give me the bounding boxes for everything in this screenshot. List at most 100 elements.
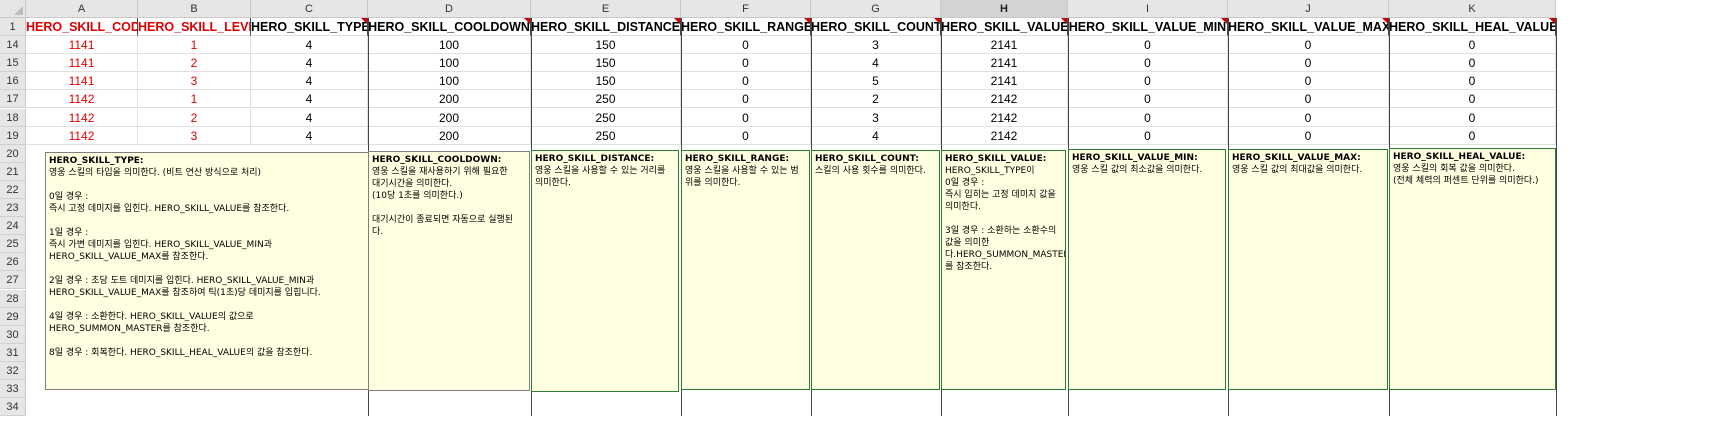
data-cell[interactable]: 0 [681, 90, 811, 109]
row-header-20[interactable]: 20 [0, 144, 26, 163]
data-cell[interactable]: 3 [138, 72, 251, 91]
data-cell[interactable]: 2 [138, 108, 251, 127]
column-header-i[interactable]: I [1068, 0, 1228, 18]
row-header-17[interactable]: 17 [0, 90, 26, 109]
data-cell[interactable]: 0 [1228, 108, 1389, 127]
data-cell[interactable]: 0 [1068, 126, 1228, 145]
row-header-32[interactable]: 32 [0, 361, 26, 380]
data-cell[interactable]: 200 [368, 126, 531, 145]
column-header-j[interactable]: J [1228, 0, 1389, 18]
header-cell-hero-skill-type[interactable]: HERO_SKILL_TYPE [251, 18, 368, 36]
data-cell[interactable]: 0 [681, 108, 811, 127]
data-cell[interactable]: 1 [138, 36, 251, 55]
header-cell-hero-skill-range[interactable]: HERO_SKILL_RANGE [681, 18, 811, 36]
data-cell[interactable]: 0 [1389, 54, 1556, 73]
row-header-15[interactable]: 15 [0, 54, 26, 73]
data-cell[interactable]: 1141 [26, 72, 138, 91]
column-header-b[interactable]: B [138, 0, 251, 18]
data-cell[interactable]: 0 [1389, 36, 1556, 55]
data-cell[interactable]: 1141 [26, 54, 138, 73]
data-cell[interactable]: 250 [531, 126, 681, 145]
data-cell[interactable]: 0 [681, 36, 811, 55]
data-cell[interactable]: 2141 [941, 54, 1068, 73]
data-cell[interactable]: 5 [811, 72, 941, 91]
data-cell[interactable]: 0 [681, 126, 811, 145]
data-cell[interactable]: 1142 [26, 126, 138, 145]
data-cell[interactable]: 1142 [26, 108, 138, 127]
data-cell[interactable]: 0 [1228, 126, 1389, 145]
data-cell[interactable]: 2142 [941, 108, 1068, 127]
data-cell[interactable]: 0 [1068, 90, 1228, 109]
row-header-27[interactable]: 27 [0, 271, 26, 290]
data-cell[interactable]: 150 [531, 54, 681, 73]
data-cell[interactable]: 0 [681, 54, 811, 73]
data-cell[interactable]: 4 [251, 72, 368, 91]
header-cell-hero-skill-distance[interactable]: HERO_SKILL_DISTANCE [531, 18, 681, 36]
header-cell-hero-skill-heal-value[interactable]: HERO_SKILL_HEAL_VALUE [1389, 18, 1556, 36]
column-header-e[interactable]: E [531, 0, 681, 18]
data-cell[interactable]: 100 [368, 72, 531, 91]
column-header-c[interactable]: C [251, 0, 368, 18]
data-cell[interactable]: 4 [811, 54, 941, 73]
data-cell[interactable]: 150 [531, 36, 681, 55]
row-header-24[interactable]: 24 [0, 217, 26, 236]
header-cell-hero-skill-count[interactable]: HERO_SKILL_COUNT [811, 18, 941, 36]
data-cell[interactable]: 0 [1389, 90, 1556, 109]
data-cell[interactable]: 150 [531, 72, 681, 91]
data-cell[interactable]: 3 [138, 126, 251, 145]
data-cell[interactable]: 250 [531, 90, 681, 109]
data-cell[interactable]: 2 [138, 54, 251, 73]
header-cell-hero-skill-code[interactable]: HERO_SKILL_CODE [26, 18, 138, 36]
data-cell[interactable]: 0 [1068, 54, 1228, 73]
data-cell[interactable]: 1141 [26, 36, 138, 55]
data-cell[interactable]: 1142 [26, 90, 138, 109]
data-cell[interactable]: 4 [251, 36, 368, 55]
data-cell[interactable]: 0 [1068, 108, 1228, 127]
row-header-34[interactable]: 34 [0, 398, 26, 417]
row-header-25[interactable]: 25 [0, 235, 26, 254]
column-header-f[interactable]: F [681, 0, 811, 18]
row-header-16[interactable]: 16 [0, 72, 26, 91]
row-header-1[interactable]: 1 [0, 18, 26, 36]
data-cell[interactable]: 250 [531, 108, 681, 127]
data-cell[interactable]: 0 [1389, 108, 1556, 127]
data-cell[interactable]: 1 [138, 90, 251, 109]
header-cell-hero-skill-value-max[interactable]: HERO_SKILL_VALUE_MAX [1228, 18, 1389, 36]
spreadsheet-grid[interactable]: ABCDEFGHIJK 1 14 15 16 17 18 19 20 21 22 23 24 25 26 2… [0, 0, 1711, 436]
data-cell[interactable]: 200 [368, 108, 531, 127]
data-cell[interactable]: 0 [1228, 36, 1389, 55]
data-cell[interactable]: 4 [251, 54, 368, 73]
row-header-23[interactable]: 23 [0, 199, 26, 217]
column-header-h[interactable]: H [941, 0, 1068, 18]
data-cell[interactable]: 2142 [941, 126, 1068, 145]
row-header-29[interactable]: 29 [0, 307, 26, 326]
data-cell[interactable]: 4 [251, 108, 368, 127]
data-cell[interactable]: 4 [811, 126, 941, 145]
row-header-18[interactable]: 18 [0, 108, 26, 127]
row-header-26[interactable]: 26 [0, 253, 26, 272]
column-header-k[interactable]: K [1389, 0, 1556, 18]
data-cell[interactable]: 100 [368, 54, 531, 73]
row-header-31[interactable]: 31 [0, 343, 26, 362]
data-cell[interactable]: 2141 [941, 36, 1068, 55]
row-header-22[interactable]: 22 [0, 180, 26, 199]
header-cell-hero-skill-cooldown[interactable]: HERO_SKILL_COOLDOWN [368, 18, 531, 36]
data-cell[interactable]: 0 [1068, 72, 1228, 91]
data-cell[interactable]: 0 [1068, 36, 1228, 55]
header-cell-hero-skill-level[interactable]: HERO_SKILL_LEVEL [138, 18, 251, 36]
data-cell[interactable]: 2141 [941, 72, 1068, 91]
row-header-21[interactable]: 21 [0, 162, 26, 181]
data-cell[interactable]: 0 [1228, 72, 1389, 91]
column-header-d[interactable]: D [368, 0, 531, 18]
data-cell[interactable]: 200 [368, 90, 531, 109]
column-header-g[interactable]: G [811, 0, 941, 18]
data-cell[interactable]: 0 [1228, 90, 1389, 109]
row-header-30[interactable]: 30 [0, 325, 26, 344]
data-cell[interactable]: 2142 [941, 90, 1068, 109]
row-header-14[interactable]: 14 [0, 36, 26, 55]
data-cell[interactable]: 4 [251, 90, 368, 109]
data-cell[interactable]: 0 [1389, 72, 1556, 91]
data-cell[interactable]: 2 [811, 90, 941, 109]
data-cell[interactable]: 0 [1389, 126, 1556, 145]
row-header-19[interactable]: 19 [0, 126, 26, 145]
